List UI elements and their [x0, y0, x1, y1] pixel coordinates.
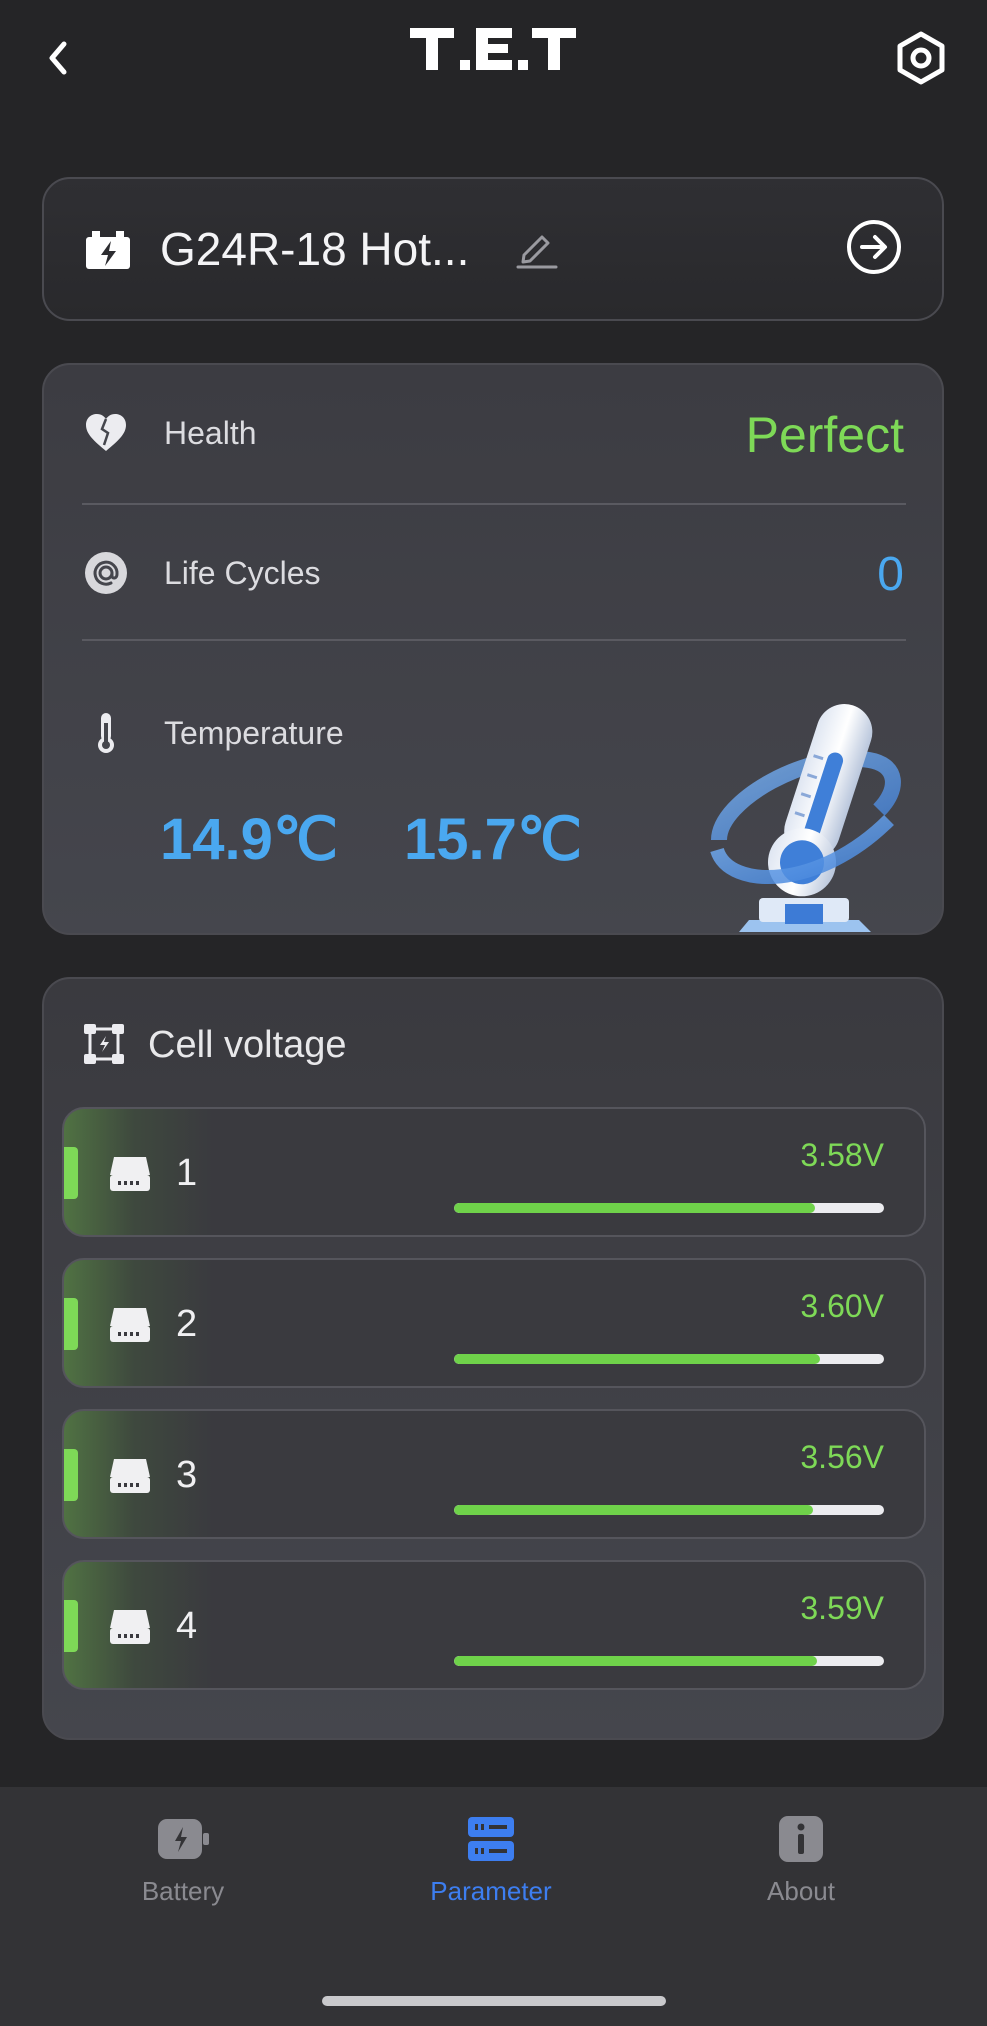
cell-number: 1 [176, 1152, 198, 1194]
battery-stats-card: Health Perfect Life Cycles 0 Temperature… [42, 363, 944, 935]
cell-number: 3 [176, 1454, 198, 1496]
cell-voltage-bar-fill [454, 1203, 816, 1213]
cell-row: 4 3.59V [62, 1560, 926, 1690]
cell-voltage-value: 3.59V [800, 1590, 884, 1626]
hexagon-gear-icon [897, 31, 945, 85]
cell-status-accent [64, 1298, 78, 1350]
cell-number: 2 [176, 1303, 198, 1345]
device-detail-button[interactable] [844, 217, 904, 277]
edit-name-button[interactable] [514, 225, 560, 271]
cell-status-accent [64, 1600, 78, 1652]
device-name: G24R-18 Hot... [160, 223, 470, 275]
thermometer-icon [84, 711, 128, 755]
cell-row: 1 3.58V [62, 1107, 926, 1237]
parameter-icon [468, 1817, 514, 1861]
divider [82, 639, 906, 641]
nav-label-battery: Battery [141, 1876, 225, 1906]
arrow-right-circle-icon [847, 220, 901, 274]
temperature-value-1: 14.9℃ [160, 807, 339, 872]
cell-voltage-value: 3.56V [800, 1439, 884, 1475]
life-cycles-value: 0 [877, 548, 904, 601]
battery-icon [158, 1819, 209, 1859]
cell-voltage-bar [454, 1203, 884, 1213]
chevron-left-icon [49, 41, 67, 75]
cell-grid-icon [82, 1022, 126, 1066]
cell-voltage-card: Cell voltage 1 3.58V 2 3.60V 3 3.56V 4 3.59V [42, 977, 944, 1740]
health-value: Perfect [745, 407, 904, 463]
temperature-value-2: 15.7℃ [404, 807, 583, 872]
cell-status-accent [64, 1449, 78, 1501]
nav-label-parameter: Parameter [430, 1876, 552, 1906]
divider [82, 503, 906, 505]
cell-voltage-bar [454, 1354, 884, 1364]
info-icon [779, 1816, 823, 1862]
battery-cell-icon [108, 1304, 152, 1344]
battery-cell-icon [108, 1153, 152, 1193]
cell-voltage-bar-fill [454, 1354, 820, 1364]
cell-voltage-bar [454, 1656, 884, 1666]
cell-number: 4 [176, 1605, 198, 1647]
cell-status-accent [64, 1147, 78, 1199]
life-cycles-label: Life Cycles [164, 555, 321, 591]
bottom-nav: Battery Parameter About [0, 1787, 987, 2026]
battery-cell-icon [108, 1455, 152, 1495]
nav-tab-battery[interactable]: Battery [83, 1815, 283, 1907]
cell-voltage-value: 3.58V [800, 1137, 884, 1173]
cell-row: 3 3.56V [62, 1409, 926, 1539]
home-indicator[interactable] [322, 1996, 666, 2006]
heart-icon [84, 411, 128, 455]
temperature-label: Temperature [164, 715, 344, 751]
brand-logo [408, 24, 578, 74]
cell-voltage-bar [454, 1505, 884, 1515]
cell-voltage-title: Cell voltage [148, 1024, 347, 1066]
thermometer-illustration [709, 690, 939, 935]
battery-bolt-icon [84, 229, 132, 271]
pencil-icon [516, 235, 558, 269]
battery-cell-icon [108, 1606, 152, 1646]
device-card[interactable]: G24R-18 Hot... [42, 177, 944, 321]
nav-tab-about[interactable]: About [701, 1815, 901, 1907]
cycle-at-icon [84, 551, 128, 595]
cell-voltage-bar-fill [454, 1505, 814, 1515]
settings-button[interactable] [893, 30, 949, 86]
cell-voltage-value: 3.60V [800, 1288, 884, 1324]
cell-voltage-bar-fill [454, 1656, 818, 1666]
health-label: Health [164, 415, 257, 451]
nav-label-about: About [767, 1876, 835, 1906]
back-button[interactable] [40, 34, 80, 82]
cell-row: 2 3.60V [62, 1258, 926, 1388]
nav-tab-parameter[interactable]: Parameter [391, 1815, 591, 1907]
